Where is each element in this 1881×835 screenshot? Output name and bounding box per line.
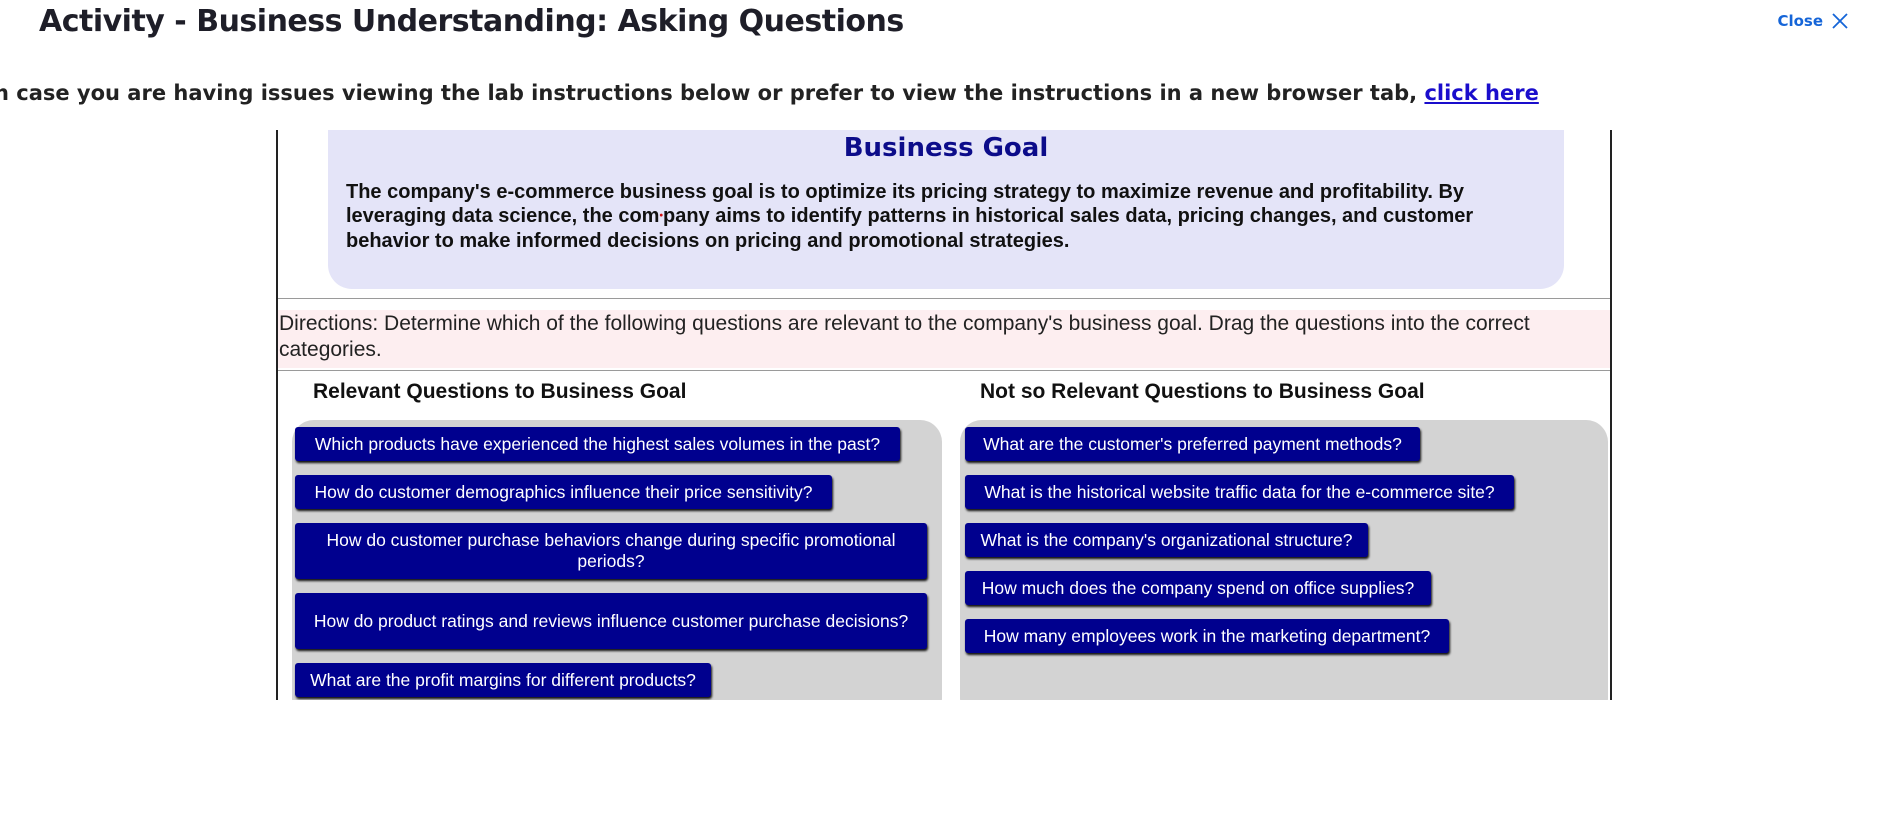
directions-text: Directions: Determine which of the follo… [278,310,1610,368]
question-card[interactable]: How many employees work in the marketing… [965,619,1449,653]
divider [278,370,1610,371]
business-goal-text: The company's e-commerce business goal i… [346,180,1550,253]
question-card[interactable]: How do customer demographics influence t… [295,475,832,509]
close-icon [1832,13,1848,29]
question-card[interactable]: How do product ratings and reviews influ… [295,593,927,649]
divider [278,298,1610,299]
not-relevant-drop-zone[interactable]: What are the customer's preferred paymen… [960,420,1608,700]
relevant-heading: Relevant Questions to Business Goal [313,380,687,403]
relevant-drop-zone[interactable]: Which products have experienced the high… [292,420,942,700]
question-card[interactable]: What is the historical website traffic d… [965,475,1514,509]
notice-text: n case you are having issues viewing the… [0,81,1425,105]
business-goal-title: Business Goal [843,133,1049,163]
page-header: Activity - Business Understanding: Askin… [0,0,1881,60]
question-card[interactable]: What is the company's organizational str… [965,523,1368,557]
question-card[interactable]: How much does the company spend on offic… [965,571,1431,605]
not-relevant-heading: Not so Relevant Questions to Business Go… [980,380,1425,403]
lab-content-frame: Business Goal The company's e-commerce b… [276,130,1612,700]
close-label: Close [1777,12,1823,30]
instructions-notice: n case you are having issues viewing the… [0,81,1539,105]
question-card[interactable]: How do customer purchase behaviors chang… [295,523,927,579]
question-card[interactable]: Which products have experienced the high… [295,427,900,461]
click-here-link[interactable]: click here [1424,81,1538,105]
business-goal-panel: Business Goal The company's e-commerce b… [328,130,1564,289]
question-card[interactable]: What are the profit margins for differen… [295,663,711,697]
close-button[interactable]: Close [1777,12,1849,30]
question-card[interactable]: What are the customer's preferred paymen… [965,427,1420,461]
page-title: Activity - Business Understanding: Askin… [39,4,904,39]
